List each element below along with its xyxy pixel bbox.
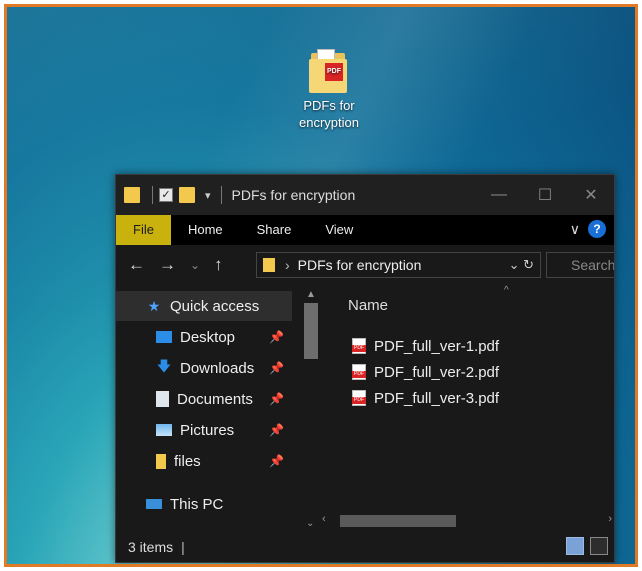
- new-folder-icon[interactable]: [179, 187, 195, 203]
- scroll-up-icon[interactable]: ▲: [306, 289, 316, 300]
- status-separator: |: [181, 538, 185, 555]
- address-bar[interactable]: › PDFs for encryption ⌄ ↻: [256, 252, 541, 278]
- pin-icon[interactable]: 📌: [269, 392, 284, 406]
- view-toggle: [566, 537, 608, 555]
- forward-button[interactable]: →: [159, 255, 176, 275]
- tab-file[interactable]: File: [116, 215, 171, 245]
- close-button[interactable]: ✕: [568, 175, 614, 215]
- window-controls: — ☐ ✕: [476, 175, 614, 215]
- scroll-right-icon[interactable]: ›: [608, 513, 612, 525]
- explorer-window: ✓ ▾ PDFs for encryption — ☐ ✕ File Home …: [115, 174, 615, 563]
- folder-icon: [124, 187, 140, 203]
- star-icon: ★: [147, 297, 161, 314]
- pin-icon[interactable]: 📌: [269, 361, 284, 375]
- nav-item-downloads[interactable]: 🡇 Downloads 📌: [116, 353, 292, 383]
- large-icons-view-icon[interactable]: [590, 537, 608, 555]
- nav-item-label: Documents: [177, 390, 253, 408]
- recent-locations-button[interactable]: ⌄: [190, 258, 200, 272]
- file-row[interactable]: PDF_full_ver-3.pdf: [352, 387, 499, 409]
- nav-item-label: files: [174, 452, 201, 470]
- file-name: PDF_full_ver-1.pdf: [374, 337, 500, 355]
- up-button[interactable]: ↑: [214, 255, 223, 275]
- desktop-icon: [156, 331, 172, 343]
- desktop: PDF PDFs for encryption ✓ ▾ PDFs for enc…: [4, 4, 638, 567]
- chevron-down-icon[interactable]: ∨: [570, 221, 580, 238]
- download-arrow-icon: 🡇: [156, 358, 172, 374]
- title-bar[interactable]: ✓ ▾ PDFs for encryption — ☐ ✕: [116, 175, 614, 215]
- tab-share[interactable]: Share: [240, 215, 309, 245]
- pdf-file-icon: [352, 338, 366, 354]
- breadcrumb-current[interactable]: PDFs for encryption: [298, 257, 422, 273]
- item-count: 3 items: [128, 538, 174, 555]
- pdf-file-icon: [352, 364, 366, 380]
- folder-icon: [263, 258, 275, 272]
- computer-icon: [146, 499, 162, 509]
- scroll-down-icon[interactable]: ⌄: [306, 518, 314, 529]
- column-header-name[interactable]: Name: [348, 297, 388, 314]
- nav-item-quick-access[interactable]: ★ Quick access: [116, 291, 292, 321]
- scrollbar-thumb[interactable]: [340, 515, 456, 527]
- navigation-pane: ★ Quick access Desktop 📌 🡇 Downloads 📌 D…: [116, 285, 306, 533]
- pdf-file-icon: [352, 390, 366, 406]
- minimize-button[interactable]: —: [476, 175, 522, 215]
- navigation-bar: ← → ⌄ ↑ › PDFs for encryption ⌄ ↻ Search: [116, 245, 614, 285]
- scroll-left-icon[interactable]: ‹: [322, 513, 326, 525]
- refresh-icon[interactable]: ↻: [523, 257, 534, 272]
- nav-item-label: Quick access: [170, 297, 260, 315]
- horizontal-scrollbar[interactable]: ‹ ›: [316, 511, 614, 531]
- pin-icon[interactable]: 📌: [269, 454, 284, 468]
- nav-item-documents[interactable]: Documents 📌: [116, 384, 292, 414]
- nav-item-label: Downloads: [180, 359, 255, 377]
- navigation-scrollbar[interactable]: ▲ ⌄: [302, 285, 320, 533]
- nav-item-files[interactable]: files 📌: [116, 446, 292, 476]
- content-area: ★ Quick access Desktop 📌 🡇 Downloads 📌 D…: [116, 285, 614, 533]
- window-title: PDFs for encryption: [231, 187, 356, 203]
- help-icon[interactable]: ?: [588, 220, 606, 238]
- maximize-button[interactable]: ☐: [522, 175, 568, 215]
- tab-home[interactable]: Home: [171, 215, 240, 245]
- tab-view[interactable]: View: [308, 215, 370, 245]
- details-view-icon[interactable]: [566, 537, 584, 555]
- scrollbar-thumb[interactable]: [304, 303, 318, 359]
- breadcrumb-separator-icon: ›: [285, 257, 290, 273]
- file-row[interactable]: PDF_full_ver-2.pdf: [352, 361, 499, 383]
- nav-item-label: This PC: [170, 495, 224, 513]
- customize-toolbar-icon[interactable]: ▾: [205, 189, 211, 202]
- nav-item-desktop[interactable]: Desktop 📌: [116, 322, 292, 352]
- nav-item-pictures[interactable]: Pictures 📌: [116, 415, 292, 445]
- pin-icon[interactable]: 📌: [269, 330, 284, 344]
- toolbar-divider: [220, 186, 222, 204]
- toolbar-divider: [152, 186, 153, 204]
- nav-item-label: Desktop: [180, 328, 236, 346]
- address-dropdown-refresh[interactable]: ⌄ ↻: [509, 257, 534, 273]
- folder-pdf-icon: PDF: [309, 49, 349, 93]
- folder-icon: [156, 453, 166, 469]
- nav-item-label: Pictures: [180, 421, 235, 439]
- back-button[interactable]: ←: [128, 255, 145, 275]
- search-input[interactable]: Search: [546, 252, 614, 278]
- ribbon-tabs: File Home Share View ∨ ?: [116, 215, 614, 245]
- file-list: ^ Name PDF_full_ver-1.pdf PDF_full_ver-2…: [326, 285, 614, 533]
- file-row[interactable]: PDF_full_ver-1.pdf: [352, 335, 499, 357]
- document-icon: [156, 391, 169, 407]
- file-name: PDF_full_ver-2.pdf: [374, 363, 500, 381]
- file-name: PDF_full_ver-3.pdf: [374, 389, 500, 407]
- desktop-folder-label: PDFs for encryption: [299, 98, 359, 130]
- quick-access-toolbar: ✓ ▾: [116, 186, 228, 204]
- desktop-folder-shortcut[interactable]: PDF PDFs for encryption: [279, 49, 379, 131]
- picture-icon: [156, 424, 172, 436]
- properties-check-icon[interactable]: ✓: [159, 188, 173, 202]
- sort-ascending-icon: ^: [504, 285, 509, 296]
- pin-icon[interactable]: 📌: [269, 423, 284, 437]
- nav-item-this-pc[interactable]: This PC: [116, 489, 292, 519]
- status-bar: 3 items |: [116, 531, 614, 562]
